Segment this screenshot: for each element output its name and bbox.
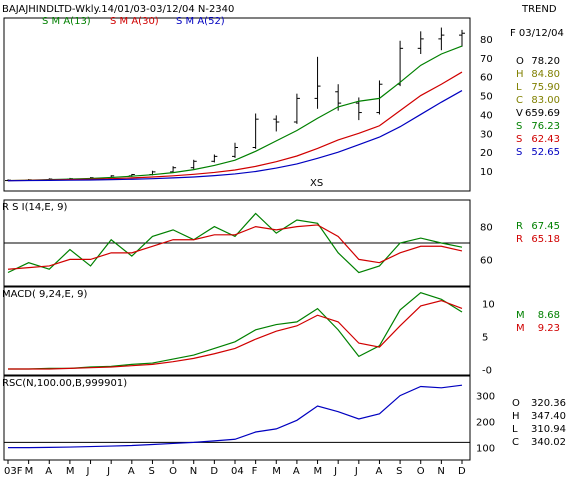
readout-key: L bbox=[516, 82, 522, 93]
readout-value: 67.45 bbox=[531, 221, 560, 232]
readout-key: O bbox=[512, 398, 520, 409]
readout-value: 52.65 bbox=[531, 147, 560, 158]
readout-key: H bbox=[516, 69, 524, 80]
x-tick-label: S bbox=[148, 466, 154, 477]
readout-value: 78.20 bbox=[531, 56, 560, 67]
x-tick-label: M bbox=[66, 466, 75, 477]
readout-key: S bbox=[516, 134, 522, 145]
readout-value: 659.69 bbox=[525, 108, 560, 119]
x-tick-label: J bbox=[106, 466, 110, 477]
readout-key: S bbox=[516, 121, 522, 132]
x-tick-label: J bbox=[354, 466, 358, 477]
x-tick-label: N bbox=[437, 466, 444, 477]
x-tick-label: 04 bbox=[231, 466, 244, 477]
readout-value: 347.40 bbox=[531, 411, 566, 422]
x-tick-label: D bbox=[210, 466, 218, 477]
readout-key: C bbox=[512, 437, 519, 448]
price-tick-label: 30 bbox=[480, 129, 493, 140]
x-tick-label: O bbox=[169, 466, 177, 477]
readout-value: 340.02 bbox=[531, 437, 566, 448]
readout-value: 83.00 bbox=[531, 95, 560, 106]
readout-value: 84.80 bbox=[531, 69, 560, 80]
x-tick-label: N bbox=[190, 466, 197, 477]
date-readout: F 03/12/04 bbox=[510, 28, 564, 39]
macd-tick-label: 5 bbox=[482, 332, 488, 343]
readout-key: C bbox=[516, 95, 523, 106]
x-tick-label: 03F bbox=[4, 466, 23, 477]
x-tick-label: D bbox=[458, 466, 466, 477]
chart-title: BAJAJHINDLTD-Wkly.14/01/03-03/12/04 N-23… bbox=[2, 4, 234, 15]
readout-value: 310.94 bbox=[531, 424, 566, 435]
rsc-tick-label: 300 bbox=[476, 392, 495, 403]
x-tick-label: J bbox=[86, 466, 90, 477]
x-tick-label: S bbox=[396, 466, 402, 477]
x-tick-label: F bbox=[252, 466, 258, 477]
readout-key: H bbox=[512, 411, 520, 422]
readout-key: V bbox=[516, 108, 523, 119]
macd-label: MACD( 9,24,E, 9) bbox=[2, 289, 88, 300]
sma30-legend: S M A(30) bbox=[110, 16, 159, 27]
rsi-tick-label: 60 bbox=[480, 255, 493, 266]
readout-value: 320.36 bbox=[531, 398, 566, 409]
price-tick-label: 50 bbox=[480, 92, 493, 103]
readout-key: R bbox=[516, 234, 523, 245]
readout-key: S bbox=[516, 147, 522, 158]
x-tick-label: O bbox=[417, 466, 425, 477]
readout-value: 65.18 bbox=[531, 234, 560, 245]
macd-tick-label: 10 bbox=[482, 299, 495, 310]
trend-label: TREND bbox=[521, 4, 557, 15]
price-tick-label: 80 bbox=[480, 35, 493, 46]
readout-value: 62.43 bbox=[531, 134, 560, 145]
technical-chart: BAJAJHINDLTD-Wkly.14/01/03-03/12/04 N-23… bbox=[0, 0, 576, 480]
readout-key: M bbox=[516, 323, 525, 334]
price-tick-label: 20 bbox=[480, 148, 493, 159]
price-tick-label: 10 bbox=[480, 167, 493, 178]
readout-value: 76.23 bbox=[531, 121, 560, 132]
rsc-tick-label: 100 bbox=[476, 444, 495, 455]
readout-key: L bbox=[512, 424, 518, 435]
x-tick-label: A bbox=[128, 466, 135, 477]
rsi-label: R S I(14,E, 9) bbox=[2, 202, 67, 213]
readout-key: M bbox=[516, 310, 525, 321]
readout-value: 8.68 bbox=[538, 310, 560, 321]
readout-key: O bbox=[516, 56, 524, 67]
macd-tick-label: -0 bbox=[482, 366, 492, 377]
rsc-label: RSC(N,100.00,B,999901) bbox=[2, 378, 127, 389]
x-tick-label: M bbox=[25, 466, 34, 477]
price-tick-label: 60 bbox=[480, 73, 493, 84]
readout-value: 75.90 bbox=[531, 82, 560, 93]
rsi-tick-label: 80 bbox=[480, 223, 493, 234]
price-tick-label: 70 bbox=[480, 54, 493, 65]
x-tick-label: M bbox=[314, 466, 323, 477]
x-tick-label: M bbox=[272, 466, 281, 477]
rsc-tick-label: 200 bbox=[476, 418, 495, 429]
sma13-legend: S M A(13) bbox=[42, 16, 91, 27]
readout-key: R bbox=[516, 221, 523, 232]
x-tick-label: A bbox=[293, 466, 300, 477]
x-tick-label: J bbox=[333, 466, 337, 477]
xs-annotation: XS bbox=[310, 178, 323, 189]
price-tick-label: 40 bbox=[480, 110, 493, 121]
x-tick-label: A bbox=[45, 466, 52, 477]
sma52-legend: S M A(52) bbox=[176, 16, 225, 27]
readout-value: 9.23 bbox=[538, 323, 560, 334]
x-tick-label: A bbox=[375, 466, 382, 477]
